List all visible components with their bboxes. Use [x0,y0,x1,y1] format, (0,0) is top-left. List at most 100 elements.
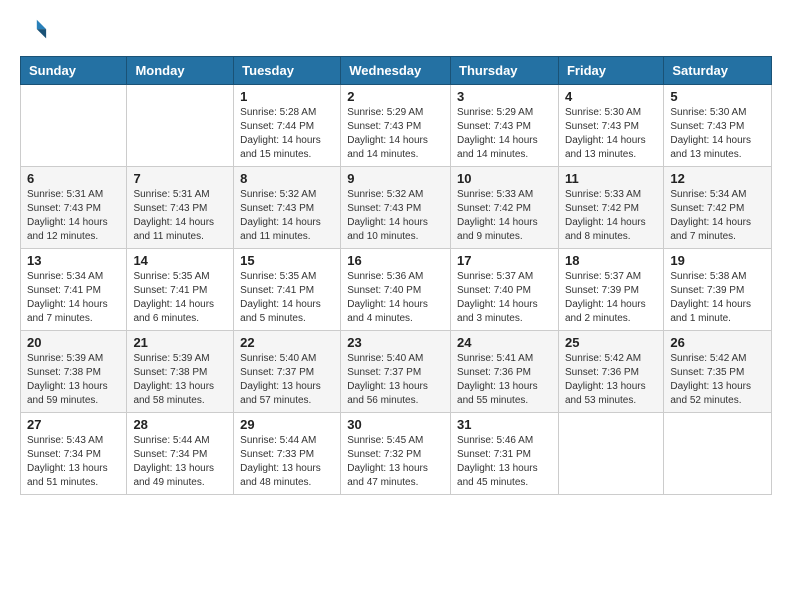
calendar-cell [21,85,127,167]
calendar-cell: 3 Sunrise: 5:29 AM Sunset: 7:43 PM Daylig… [451,85,559,167]
calendar-cell: 22 Sunrise: 5:40 AM Sunset: 7:37 PM Dayli… [234,331,341,413]
calendar-cell: 12 Sunrise: 5:34 AM Sunset: 7:42 PM Dayli… [664,167,772,249]
day-info: Sunrise: 5:46 AM Sunset: 7:31 PM Dayligh… [457,434,552,490]
calendar-cell: 19 Sunrise: 5:38 AM Sunset: 7:39 PM Dayli… [664,249,772,331]
calendar-row-5: 27 Sunrise: 5:43 AM Sunset: 7:34 PM Dayli… [21,413,772,495]
day-number: 15 [240,253,334,268]
calendar-cell: 30 Sunrise: 5:45 AM Sunset: 7:32 PM Dayli… [341,413,451,495]
day-info: Sunrise: 5:29 AM Sunset: 7:43 PM Dayligh… [347,106,444,162]
calendar-cell: 10 Sunrise: 5:33 AM Sunset: 7:42 PM Dayli… [451,167,559,249]
calendar-cell [558,413,663,495]
day-number: 3 [457,89,552,104]
calendar-cell: 11Sunrise: 5:33 AM Sunset: 7:42 PM Dayli… [558,167,663,249]
weekday-header-saturday: Saturday [664,57,772,85]
day-number: 22 [240,335,334,350]
calendar-cell: 21 Sunrise: 5:39 AM Sunset: 7:38 PM Dayli… [127,331,234,413]
day-info: Sunrise: 5:45 AM Sunset: 7:32 PM Dayligh… [347,434,444,490]
day-number: 10 [457,171,552,186]
day-number: 24 [457,335,552,350]
day-info: Sunrise: 5:42 AM Sunset: 7:35 PM Dayligh… [670,352,765,408]
day-number: 26 [670,335,765,350]
day-number: 13 [27,253,120,268]
day-number: 14 [133,253,227,268]
day-number: 27 [27,417,120,432]
day-info: Sunrise: 5:33 AM Sunset: 7:42 PM Dayligh… [565,188,657,244]
day-number: 12 [670,171,765,186]
day-info: Sunrise: 5:39 AM Sunset: 7:38 PM Dayligh… [133,352,227,408]
day-info: Sunrise: 5:42 AM Sunset: 7:36 PM Dayligh… [565,352,657,408]
day-number: 21 [133,335,227,350]
calendar-cell: 31 Sunrise: 5:46 AM Sunset: 7:31 PM Dayli… [451,413,559,495]
calendar-cell: 8 Sunrise: 5:32 AM Sunset: 7:43 PM Daylig… [234,167,341,249]
day-info: Sunrise: 5:38 AM Sunset: 7:39 PM Dayligh… [670,270,765,326]
day-info: Sunrise: 5:39 AM Sunset: 7:38 PM Dayligh… [27,352,120,408]
day-info: Sunrise: 5:32 AM Sunset: 7:43 PM Dayligh… [240,188,334,244]
calendar-cell [127,85,234,167]
day-info: Sunrise: 5:34 AM Sunset: 7:41 PM Dayligh… [27,270,120,326]
logo-icon [20,16,48,44]
day-number: 23 [347,335,444,350]
day-number: 7 [133,171,227,186]
weekday-header-row: SundayMondayTuesdayWednesdayThursdayFrid… [21,57,772,85]
day-info: Sunrise: 5:35 AM Sunset: 7:41 PM Dayligh… [240,270,334,326]
day-number: 17 [457,253,552,268]
day-number: 5 [670,89,765,104]
day-info: Sunrise: 5:31 AM Sunset: 7:43 PM Dayligh… [27,188,120,244]
calendar-cell: 16 Sunrise: 5:36 AM Sunset: 7:40 PM Dayli… [341,249,451,331]
page: SundayMondayTuesdayWednesdayThursdayFrid… [0,0,792,511]
day-number: 1 [240,89,334,104]
calendar-cell: 1Sunrise: 5:28 AM Sunset: 7:44 PM Daylig… [234,85,341,167]
day-info: Sunrise: 5:30 AM Sunset: 7:43 PM Dayligh… [565,106,657,162]
day-info: Sunrise: 5:30 AM Sunset: 7:43 PM Dayligh… [670,106,765,162]
calendar-row-3: 13 Sunrise: 5:34 AM Sunset: 7:41 PM Dayli… [21,249,772,331]
day-number: 19 [670,253,765,268]
day-number: 16 [347,253,444,268]
day-number: 31 [457,417,552,432]
day-number: 18 [565,253,657,268]
weekday-header-tuesday: Tuesday [234,57,341,85]
day-info: Sunrise: 5:43 AM Sunset: 7:34 PM Dayligh… [27,434,120,490]
calendar-cell: 20 Sunrise: 5:39 AM Sunset: 7:38 PM Dayli… [21,331,127,413]
day-info: Sunrise: 5:36 AM Sunset: 7:40 PM Dayligh… [347,270,444,326]
day-info: Sunrise: 5:41 AM Sunset: 7:36 PM Dayligh… [457,352,552,408]
calendar-cell: 29Sunrise: 5:44 AM Sunset: 7:33 PM Dayli… [234,413,341,495]
weekday-header-friday: Friday [558,57,663,85]
calendar-cell: 27 Sunrise: 5:43 AM Sunset: 7:34 PM Dayli… [21,413,127,495]
weekday-header-sunday: Sunday [21,57,127,85]
day-number: 9 [347,171,444,186]
weekday-header-thursday: Thursday [451,57,559,85]
calendar-row-2: 6 Sunrise: 5:31 AM Sunset: 7:43 PM Daylig… [21,167,772,249]
day-info: Sunrise: 5:33 AM Sunset: 7:42 PM Dayligh… [457,188,552,244]
day-number: 8 [240,171,334,186]
day-info: Sunrise: 5:34 AM Sunset: 7:42 PM Dayligh… [670,188,765,244]
calendar-cell: 28Sunrise: 5:44 AM Sunset: 7:34 PM Dayli… [127,413,234,495]
calendar-row-4: 20 Sunrise: 5:39 AM Sunset: 7:38 PM Dayli… [21,331,772,413]
calendar-cell: 7Sunrise: 5:31 AM Sunset: 7:43 PM Daylig… [127,167,234,249]
day-info: Sunrise: 5:44 AM Sunset: 7:34 PM Dayligh… [133,434,227,490]
calendar-cell: 6 Sunrise: 5:31 AM Sunset: 7:43 PM Daylig… [21,167,127,249]
day-number: 29 [240,417,334,432]
day-info: Sunrise: 5:37 AM Sunset: 7:39 PM Dayligh… [565,270,657,326]
day-number: 20 [27,335,120,350]
calendar-cell: 23 Sunrise: 5:40 AM Sunset: 7:37 PM Dayli… [341,331,451,413]
calendar-cell [664,413,772,495]
day-number: 2 [347,89,444,104]
day-number: 4 [565,89,657,104]
calendar-cell: 13 Sunrise: 5:34 AM Sunset: 7:41 PM Dayli… [21,249,127,331]
day-number: 25 [565,335,657,350]
day-info: Sunrise: 5:32 AM Sunset: 7:43 PM Dayligh… [347,188,444,244]
calendar-cell: 25 Sunrise: 5:42 AM Sunset: 7:36 PM Dayli… [558,331,663,413]
day-number: 6 [27,171,120,186]
calendar-cell: 18 Sunrise: 5:37 AM Sunset: 7:39 PM Dayli… [558,249,663,331]
day-info: Sunrise: 5:35 AM Sunset: 7:41 PM Dayligh… [133,270,227,326]
calendar-cell: 2 Sunrise: 5:29 AM Sunset: 7:43 PM Daylig… [341,85,451,167]
header [20,16,772,44]
day-number: 30 [347,417,444,432]
day-info: Sunrise: 5:40 AM Sunset: 7:37 PM Dayligh… [240,352,334,408]
calendar-cell: 9 Sunrise: 5:32 AM Sunset: 7:43 PM Daylig… [341,167,451,249]
calendar-cell: 17Sunrise: 5:37 AM Sunset: 7:40 PM Dayli… [451,249,559,331]
day-info: Sunrise: 5:40 AM Sunset: 7:37 PM Dayligh… [347,352,444,408]
calendar-cell: 26 Sunrise: 5:42 AM Sunset: 7:35 PM Dayli… [664,331,772,413]
calendar-cell: 14 Sunrise: 5:35 AM Sunset: 7:41 PM Dayli… [127,249,234,331]
day-info: Sunrise: 5:29 AM Sunset: 7:43 PM Dayligh… [457,106,552,162]
